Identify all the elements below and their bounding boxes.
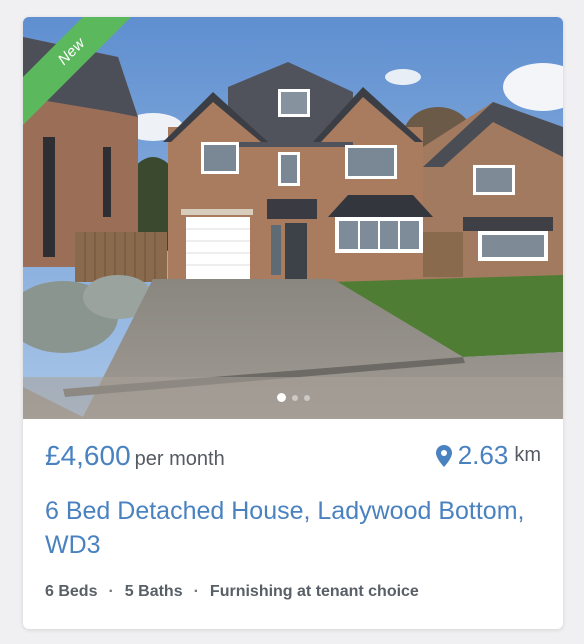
separator: · (108, 583, 114, 600)
price: £4,600 per month (45, 440, 225, 472)
distance: 2.63 km (435, 440, 541, 471)
price-period: per month (134, 448, 225, 470)
price-amount: £4,600 (45, 440, 131, 471)
gallery-dot[interactable] (303, 394, 310, 401)
distance-unit: km (514, 444, 541, 466)
gallery-dot-active[interactable] (276, 393, 286, 402)
gallery-dot[interactable] (291, 394, 298, 401)
listing-features: 6 Beds · 5 Baths · Furnishing at tenant … (45, 583, 419, 601)
map-pin-icon (435, 444, 452, 467)
property-photo[interactable]: New (23, 17, 563, 419)
beds-count: 6 Beds (45, 583, 98, 600)
price-row: £4,600 per month 2.63 km (45, 440, 541, 474)
distance-value: 2.63 (457, 440, 509, 470)
separator: · (193, 583, 199, 600)
baths-count: 5 Baths (124, 583, 183, 600)
property-card[interactable]: New £4,600 per month 2.63 km 6 Bed Detach… (23, 17, 563, 629)
gallery-pagination (23, 393, 563, 402)
listing-title[interactable]: 6 Bed Detached House, Ladywood Bottom, W… (45, 494, 525, 562)
furnishing-info: Furnishing at tenant choice (209, 583, 419, 600)
